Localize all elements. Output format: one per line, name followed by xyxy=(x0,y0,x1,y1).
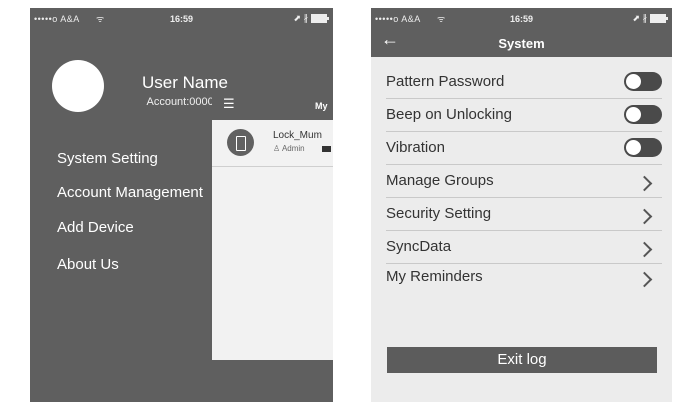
lock-name: Lock_Mum xyxy=(273,130,322,141)
page-title: System xyxy=(498,36,545,51)
setting-label: Security Setting xyxy=(386,205,492,222)
menu-item-about-us[interactable]: About Us xyxy=(57,256,119,273)
setting-label: SyncData xyxy=(386,238,452,255)
setting-label: Beep on Unlocking xyxy=(386,106,512,123)
setting-manage-groups[interactable]: Manage Groups xyxy=(386,165,662,198)
setting-label: Manage Groups xyxy=(386,172,494,189)
status-time: 16:59 xyxy=(169,14,194,24)
battery-badge-icon xyxy=(322,146,331,152)
menu-item-account-management[interactable]: Account Management xyxy=(57,184,203,201)
setting-sync-data[interactable]: SyncData xyxy=(386,231,662,264)
left-phone-screen: •••••o A&A ᯤ 16:59 ⬈ ∦ User Name Account… xyxy=(30,8,333,402)
main-screen-title: My xyxy=(315,101,328,111)
beep-on-unlocking-toggle[interactable] xyxy=(624,105,662,124)
lock-icon xyxy=(227,129,254,156)
status-bar: •••••o A&A ᯤ 16:59 ⬈ ∦ xyxy=(371,8,672,28)
bluetooth-icon: ⬈ ∦ xyxy=(632,13,647,23)
setting-beep-on-unlocking[interactable]: Beep on Unlocking xyxy=(386,99,662,132)
account-id: Account:000000 xyxy=(146,96,226,108)
vibration-toggle[interactable] xyxy=(624,138,662,157)
hamburger-menu-icon[interactable]: ☰ xyxy=(223,96,235,112)
setting-my-reminders[interactable]: My Reminders xyxy=(386,261,662,293)
menu-item-add-device[interactable]: Add Device xyxy=(57,219,134,236)
chevron-right-icon xyxy=(636,241,653,258)
toggle-knob xyxy=(626,140,641,155)
status-bar: •••••o A&A ᯤ 16:59 ⬈ ∦ xyxy=(30,8,333,28)
bluetooth-icon: ⬈ ∦ xyxy=(293,13,308,23)
pattern-password-toggle[interactable] xyxy=(624,72,662,91)
setting-label: Pattern Password xyxy=(386,73,505,90)
battery-icon xyxy=(650,14,668,23)
setting-security[interactable]: Security Setting xyxy=(386,198,662,231)
chevron-right-icon xyxy=(636,175,653,192)
right-phone-screen: •••••o A&A ᯤ 16:59 ⬈ ∦ ← System Pattern … xyxy=(371,8,672,402)
setting-label: Vibration xyxy=(386,139,445,156)
status-time: 16:59 xyxy=(509,14,534,24)
chevron-right-icon xyxy=(636,208,653,225)
setting-label: My Reminders xyxy=(386,268,483,285)
avatar[interactable] xyxy=(52,60,104,112)
chevron-right-icon xyxy=(636,271,653,288)
setting-pattern-password[interactable]: Pattern Password xyxy=(386,66,662,99)
menu-item-system-setting[interactable]: System Setting xyxy=(57,150,158,167)
battery-icon xyxy=(311,14,329,23)
person-icon: ♙ xyxy=(273,144,281,153)
toggle-knob xyxy=(626,107,641,122)
toggle-knob xyxy=(626,74,641,89)
lock-list-item[interactable]: Lock_Mum ♙ Admin xyxy=(212,120,333,167)
lock-role: Admin xyxy=(281,144,305,153)
exit-log-button[interactable]: Exit log xyxy=(387,347,657,373)
setting-vibration[interactable]: Vibration xyxy=(386,132,662,165)
